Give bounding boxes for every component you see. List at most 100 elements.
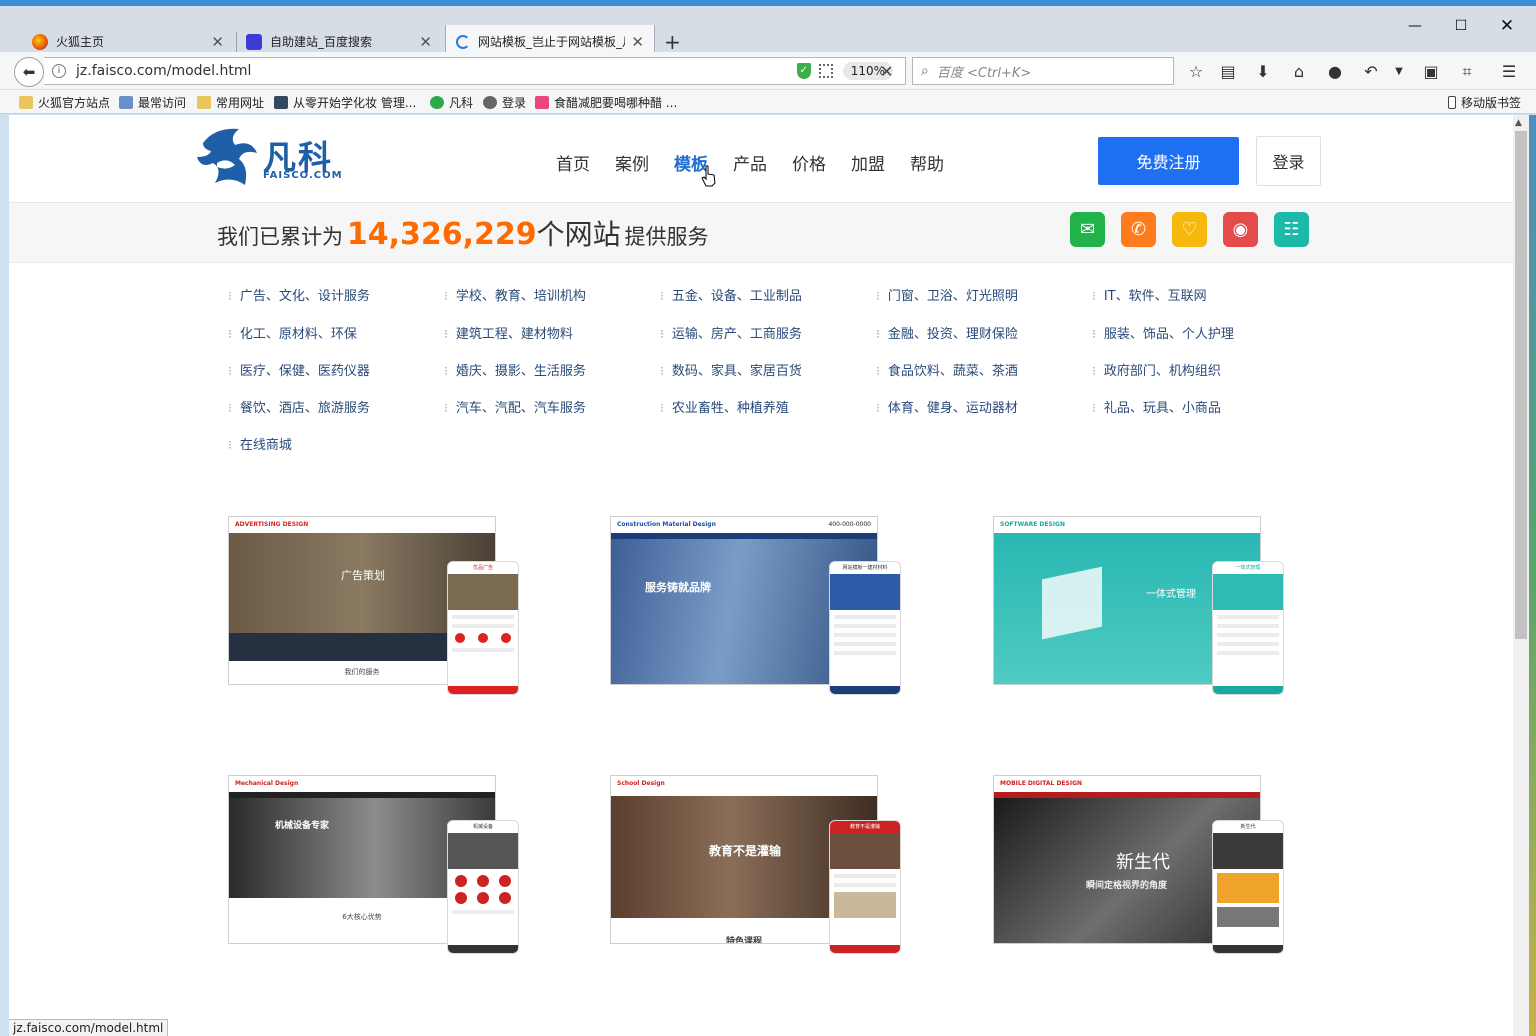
scroll-up-icon[interactable]: ▲ — [1515, 118, 1522, 128]
back-arrow-icon[interactable]: ⬅ — [14, 57, 44, 87]
nav-franchise[interactable]: 加盟 — [851, 150, 885, 175]
template-mobile-preview[interactable]: 一体式管理 — [1212, 561, 1284, 695]
search-icon: ⌕ — [921, 63, 929, 79]
bookmark-item[interactable]: 最常访问 — [119, 94, 186, 111]
category-link[interactable]: 农业畜牲、种植养殖 — [660, 397, 789, 416]
nav-home[interactable]: 首页 — [556, 150, 590, 175]
nav-cases[interactable]: 案例 — [615, 150, 649, 175]
globe-icon — [483, 96, 497, 109]
chat-icon[interactable]: ● — [1325, 62, 1345, 81]
category-link[interactable]: 婚庆、摄影、生活服务 — [444, 360, 586, 379]
bookmark-item[interactable]: 凡科 — [430, 94, 473, 111]
category-link[interactable]: 医疗、保健、医药仪器 — [228, 360, 370, 379]
phone-icon[interactable]: ✆ — [1121, 212, 1156, 247]
template-mobile-preview[interactable]: 新生代 — [1212, 820, 1284, 954]
category-link[interactable]: 运输、房产、工商服务 — [660, 323, 802, 342]
category-link[interactable]: 汽车、汽配、汽车服务 — [444, 397, 586, 416]
undo-icon[interactable]: ↶ — [1361, 62, 1381, 81]
template-card[interactable]: School Design 教育不是灌输 特色课程 教育不是灌输 — [610, 775, 902, 955]
scrollbar-thumb[interactable] — [1515, 131, 1527, 639]
category-link[interactable]: 在线商城 — [228, 434, 292, 453]
minimize-icon[interactable]: — — [1400, 18, 1430, 34]
template-mobile-preview[interactable]: 机械设备 — [447, 820, 519, 954]
bookmark-item[interactable]: 食醋减肥要喝哪种醋 ... — [535, 94, 677, 111]
note-icon[interactable]: ☷ — [1274, 212, 1309, 247]
recent-icon — [119, 96, 133, 109]
hand-cursor-icon — [701, 165, 716, 187]
dropdown-icon[interactable]: ▼ — [1389, 66, 1409, 77]
category-link[interactable]: 餐饮、酒店、旅游服务 — [228, 397, 370, 416]
download-icon[interactable]: ⬇ — [1253, 62, 1273, 81]
desktop-background-edge — [1529, 115, 1536, 1036]
firefox-icon — [32, 33, 48, 50]
new-tab-icon[interactable]: + — [664, 30, 681, 54]
category-link[interactable]: 食品饮料、蔬菜、茶酒 — [876, 360, 1018, 379]
library-icon[interactable]: ▤ — [1218, 62, 1238, 81]
nav-help[interactable]: 帮助 — [910, 150, 944, 175]
tab-close-icon[interactable]: ✕ — [631, 33, 644, 51]
faisco-icon — [430, 96, 444, 109]
category-link[interactable]: 学校、教育、培训机构 — [444, 285, 586, 304]
vertical-scrollbar[interactable]: ▲ — [1513, 115, 1529, 1036]
mobile-bookmarks[interactable]: 移动版书签 — [1448, 94, 1521, 111]
reader-icon[interactable]: ▣ — [1421, 62, 1441, 81]
close-window-icon[interactable]: ✕ — [1492, 16, 1522, 36]
bookmark-item[interactable]: 常用网址 — [197, 94, 264, 111]
folder-icon — [19, 96, 33, 109]
stats-text: 我们已累计为 14,326,229个网站 提供服务 — [217, 213, 708, 253]
category-link[interactable]: 数码、家具、家居百货 — [660, 360, 802, 379]
star-bookmark-icon[interactable]: ☆ — [1186, 62, 1206, 81]
category-link[interactable]: 门窗、卫浴、灯光照明 — [876, 285, 1018, 304]
category-link[interactable]: 体育、健身、运动器材 — [876, 397, 1018, 416]
tab-close-icon[interactable]: ✕ — [419, 33, 432, 51]
heart-icon[interactable]: ♡ — [1172, 212, 1207, 247]
weibo-icon[interactable]: ◉ — [1223, 212, 1258, 247]
template-card[interactable]: SOFTWARE DESIGN 一体式管理 一体式管理 — [993, 516, 1285, 696]
site-icon — [535, 96, 549, 109]
login-button[interactable]: 登录 — [1256, 136, 1321, 186]
category-link[interactable]: 礼品、玩具、小商品 — [1092, 397, 1221, 416]
category-link[interactable]: 金融、投资、理财保险 — [876, 323, 1018, 342]
wechat-icon[interactable]: ✉ — [1070, 212, 1105, 247]
web-page: 凡科 FAISCO.COM 首页 案例 模板 产品 价格 加盟 帮助 免费注册 … — [9, 115, 1513, 1036]
bookmark-item[interactable]: 从零开始学化妆 管理... — [274, 94, 416, 111]
crop-icon[interactable]: ⌗ — [1457, 62, 1477, 82]
template-mobile-preview[interactable]: 网站模板一建材材料 — [829, 561, 901, 695]
bookmark-item[interactable]: 火狐官方站点 — [19, 94, 110, 111]
tab-close-icon[interactable]: ✕ — [211, 33, 224, 51]
browser-nav-bar: ⬅ i jz.faisco.com/model.html ✓ 110% ✕ ⌕ … — [0, 52, 1536, 90]
template-card[interactable]: Mechanical Design 机械设备专家 6大核心优势 机械设备 — [228, 775, 520, 955]
site-info-icon[interactable]: i — [52, 64, 66, 78]
shield-check-icon[interactable]: ✓ — [796, 63, 811, 79]
maximize-icon[interactable]: ☐ — [1446, 18, 1476, 34]
stats-prefix: 我们已累计为 — [217, 225, 343, 249]
template-card[interactable]: Construction Material Design 400-000-0000… — [610, 516, 902, 696]
qr-code-icon[interactable] — [818, 64, 833, 78]
menu-icon[interactable]: ☰ — [1499, 62, 1519, 81]
template-mobile-preview[interactable]: 教育不是灌输 — [829, 820, 901, 954]
search-bar[interactable]: ⌕ 百度 <Ctrl+K> — [912, 57, 1174, 85]
bookmark-item[interactable]: 登录 — [483, 94, 526, 111]
nav-products[interactable]: 产品 — [733, 150, 767, 175]
category-link[interactable]: 广告、文化、设计服务 — [228, 285, 370, 304]
category-link[interactable]: 五金、设备、工业制品 — [660, 285, 802, 304]
loading-spinner-icon — [456, 34, 470, 49]
register-button[interactable]: 免费注册 — [1098, 137, 1239, 185]
category-link[interactable]: 建筑工程、建材物料 — [444, 323, 573, 342]
category-link[interactable]: 化工、原材料、环保 — [228, 323, 357, 342]
template-card[interactable]: MOBILE DIGITAL DESIGN 新生代 瞬间定格视界的角度 新生代 — [993, 775, 1285, 955]
category-link[interactable]: IT、软件、互联网 — [1092, 285, 1207, 304]
tab-title: 火狐主页 — [56, 35, 105, 49]
home-icon[interactable]: ⌂ — [1289, 62, 1309, 81]
template-card[interactable]: ADVERTISING DESIGN 广告策划 我们的服务 优品广告 — [228, 516, 520, 696]
category-link[interactable]: 服装、饰品、个人护理 — [1092, 323, 1234, 342]
stop-icon[interactable]: ✕ — [880, 62, 893, 81]
category-link[interactable]: 政府部门、机构组织 — [1092, 360, 1221, 379]
folder-icon — [197, 96, 211, 109]
template-mobile-preview[interactable]: 优品广告 — [447, 561, 519, 695]
address-bar[interactable]: i jz.faisco.com/model.html ✓ 110% — [44, 57, 906, 85]
bookmarks-bar: 火狐官方站点 最常访问 常用网址 从零开始学化妆 管理... 凡科 登录 食醋减… — [0, 90, 1536, 114]
url-text[interactable]: jz.faisco.com/model.html — [76, 63, 797, 79]
nav-pricing[interactable]: 价格 — [792, 150, 826, 175]
logo-subtext: FAISCO.COM — [263, 170, 343, 181]
